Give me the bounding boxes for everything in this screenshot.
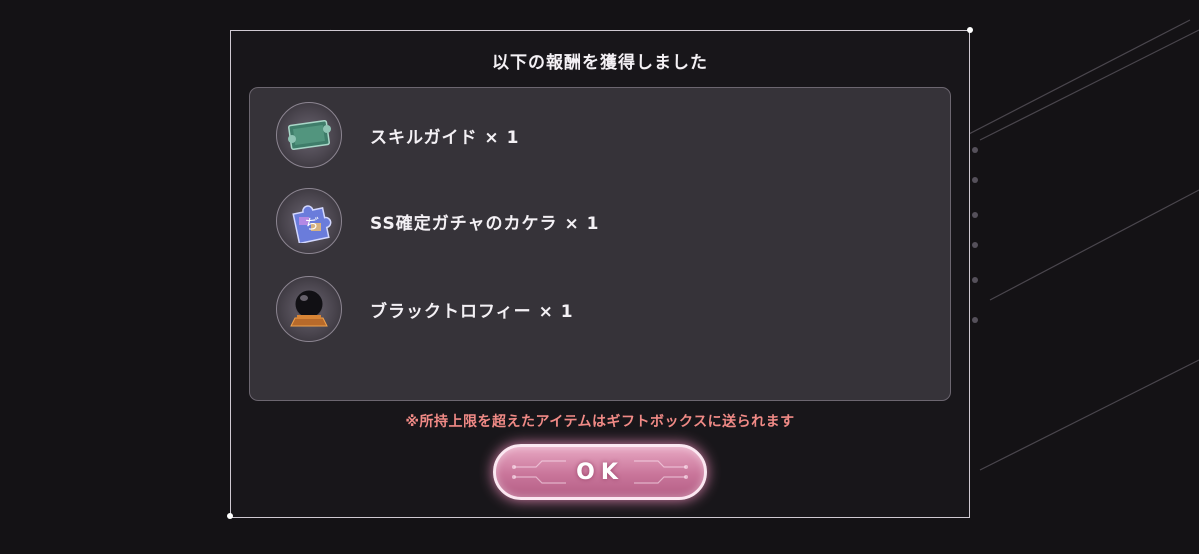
reward-item: スキルガイド × 1 — [276, 102, 916, 168]
overflow-notice: ※所持上限を超えたアイテムはギフトボックスに送られます — [405, 414, 795, 430]
ok-button[interactable]: OK — [493, 444, 707, 500]
black-trophy-orb-icon — [276, 276, 342, 342]
corner-dot — [227, 513, 233, 519]
reward-item: ぢ SS確定ガチャのカケラ × 1 — [276, 188, 916, 254]
ok-button-label: OK — [576, 459, 624, 485]
reward-item-label: SS確定ガチャのカケラ × 1 — [370, 213, 600, 234]
reward-list-panel: スキルガイド × 1 ぢ SS確定ガチャのカケラ × 1 ブラックトロフィー ×… — [249, 87, 951, 401]
reward-item-label: スキルガイド × 1 — [370, 127, 520, 148]
svg-text:ぢ: ぢ — [305, 216, 319, 233]
dialog-title: 以下の報酬を獲得しました — [492, 53, 708, 73]
reward-item-label: ブラックトロフィー × 1 — [370, 301, 574, 322]
reward-item: ブラックトロフィー × 1 — [276, 276, 916, 342]
skill-guide-scroll-icon — [276, 102, 342, 168]
corner-dot — [967, 27, 973, 33]
puzzle-fragment-icon: ぢ — [276, 188, 342, 254]
reward-dialog: 以下の報酬を獲得しました スキルガイド × 1 ぢ SS確定ガチャのカケラ × … — [227, 27, 973, 519]
